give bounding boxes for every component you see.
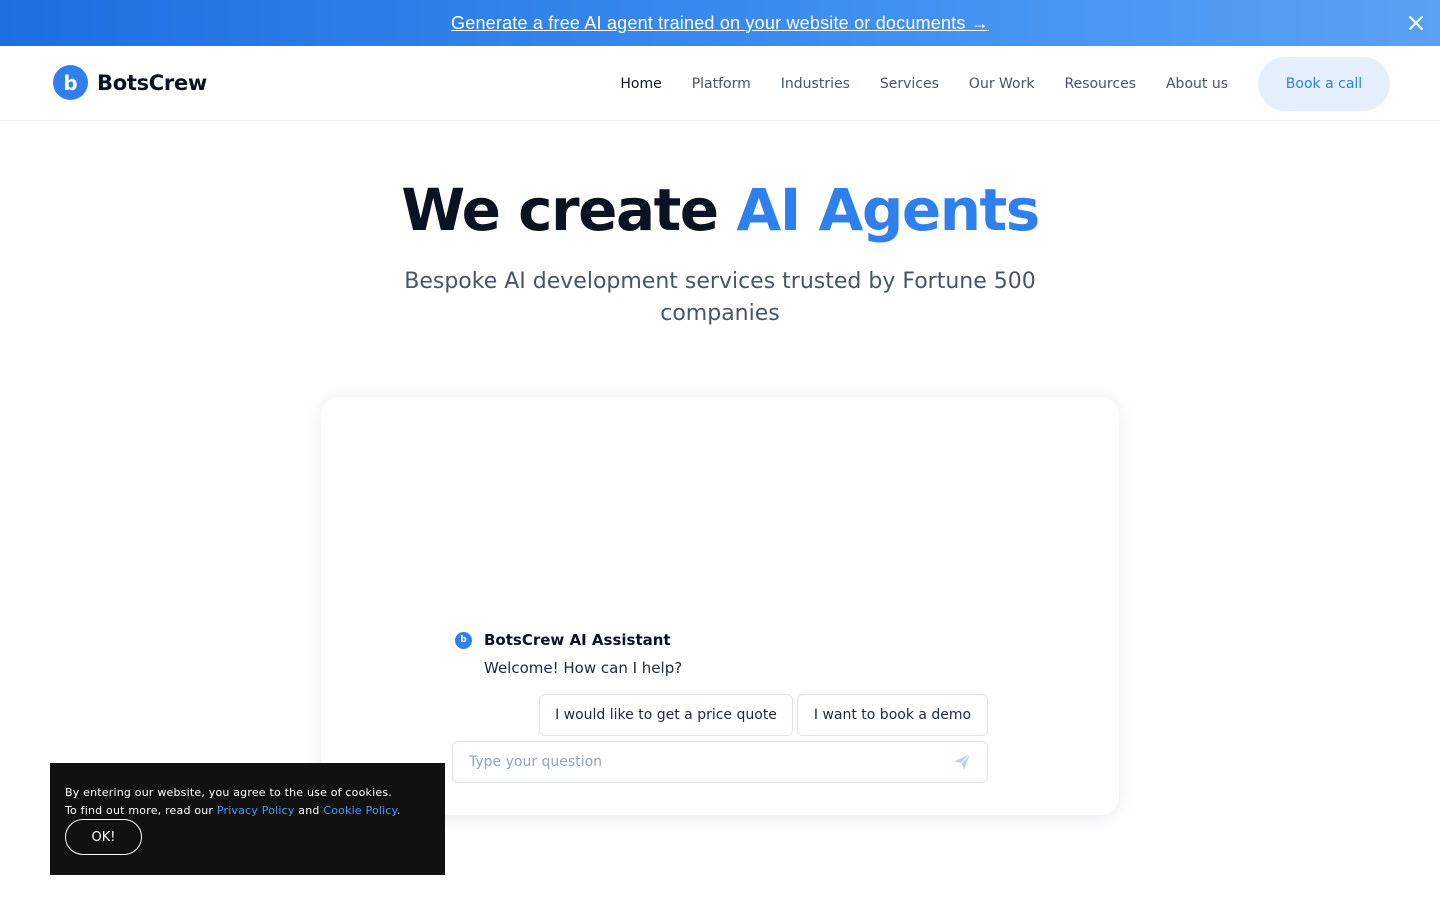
hero-title-accent: AI Agents [736,176,1040,244]
nav-item-industries[interactable]: Industries [781,76,850,92]
hero-title-prefix: We create [401,176,737,244]
cookie-line-2: To find out more, read our Privacy Polic… [65,802,430,820]
site-header: b BotsCrew Home Platform Industries Serv… [0,46,1440,121]
cookie-and: and [294,804,324,817]
suggestion-book-demo-button[interactable]: I want to book a demo [797,694,988,736]
book-a-call-button[interactable]: Book a call [1258,56,1390,111]
assistant-avatar-icon: b [455,631,472,649]
nav-item-services[interactable]: Services [880,76,939,92]
send-icon[interactable] [953,753,973,773]
cookie-ok-button[interactable]: OK! [65,819,142,855]
assistant-welcome-message: Welcome! How can I help? [484,659,683,677]
close-icon[interactable] [1404,11,1428,35]
cookie-line-2-prefix: To find out more, read our [65,804,217,817]
logo[interactable]: b BotsCrew [53,65,207,100]
cookie-period: . [396,804,401,817]
chat-input-container [452,741,988,783]
logo-mark-icon: b [53,65,88,100]
cookie-line-1: By entering our website, you agree to th… [65,786,392,799]
nav-item-home[interactable]: Home [620,76,661,92]
logo-text: BotsCrew [97,70,207,95]
promo-banner: Generate a free AI agent trained on your… [0,0,1440,46]
chat-question-input[interactable] [453,742,943,782]
nav-item-our-work[interactable]: Our Work [969,76,1035,92]
suggestion-price-quote-button[interactable]: I would like to get a price quote [539,694,793,736]
cookie-policy-link[interactable]: Cookie Policy [323,804,397,817]
privacy-policy-link[interactable]: Privacy Policy [217,804,295,817]
hero-subtitle: Bespoke AI development services trusted … [404,269,1036,326]
nav-item-resources[interactable]: Resources [1064,76,1136,92]
cookie-consent-banner: By entering our website, you agree to th… [50,763,445,875]
cookie-text: By entering our website, you agree to th… [65,784,430,820]
promo-banner-link[interactable]: Generate a free AI agent trained on your… [451,13,989,34]
nav-item-platform[interactable]: Platform [692,76,751,92]
hero-title: We create AI Agents [0,176,1440,244]
assistant-name: BotsCrew AI Assistant [484,631,671,649]
nav-item-about-us[interactable]: About us [1166,76,1228,92]
assistant-header: b BotsCrew AI Assistant [455,631,671,649]
main-nav: Home Platform Industries Services Our Wo… [620,46,1440,121]
